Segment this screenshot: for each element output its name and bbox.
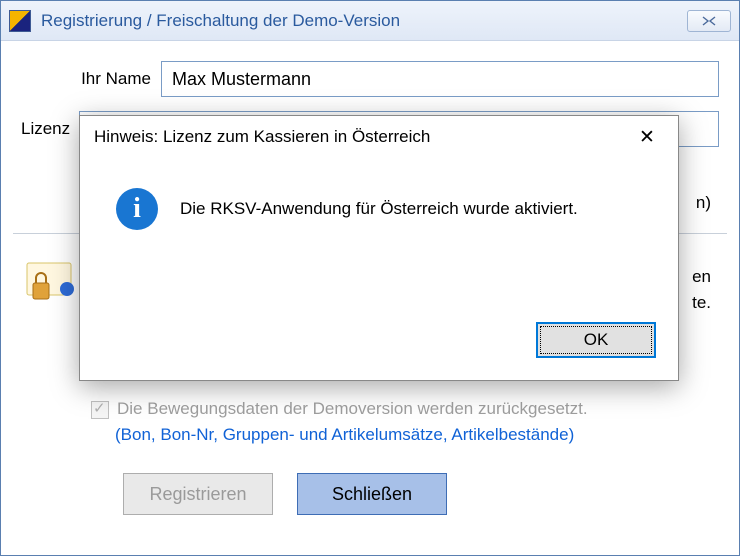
close-icon (699, 16, 719, 26)
info-dialog: Hinweis: Lizenz zum Kassieren in Österre… (79, 115, 679, 381)
obscured-button-fragment: n) (696, 193, 711, 213)
name-input[interactable] (161, 61, 719, 97)
obscured-text-fragment-2: te. (692, 293, 711, 313)
app-icon (9, 10, 31, 32)
reset-checkbox-label: Die Bewegungsdaten der Demoversion werde… (117, 399, 588, 419)
window-close-button[interactable] (687, 10, 731, 32)
name-label: Ihr Name (21, 69, 161, 89)
reset-checkbox[interactable] (91, 401, 109, 419)
dialog-body: i Die RKSV-Anwendung für Österreich wurd… (80, 158, 678, 240)
ok-button[interactable]: OK (536, 322, 656, 358)
dialog-footer: OK (536, 322, 656, 358)
window-title: Registrierung / Freischaltung der Demo-V… (41, 11, 687, 31)
dialog-titlebar: Hinweis: Lizenz zum Kassieren in Österre… (80, 116, 678, 158)
reset-checkbox-row: Die Bewegungsdaten der Demoversion werde… (91, 399, 588, 419)
dialog-title: Hinweis: Lizenz zum Kassieren in Österre… (94, 127, 630, 147)
register-button: Registrieren (123, 473, 273, 515)
button-bar: Registrieren Schließen (1, 473, 739, 515)
info-icon: i (116, 188, 158, 230)
reset-sublabel: (Bon, Bon-Nr, Gruppen- und Artikelumsätz… (115, 425, 574, 445)
close-button[interactable]: Schließen (297, 473, 447, 515)
lizenz-label: Lizenz (21, 119, 79, 139)
obscured-text-fragment-1: en (692, 267, 711, 287)
dialog-close-button[interactable]: ✕ (630, 123, 664, 151)
certificate-lock-icon (21, 259, 81, 309)
registration-window: Registrierung / Freischaltung der Demo-V… (0, 0, 740, 556)
titlebar: Registrierung / Freischaltung der Demo-V… (1, 1, 739, 41)
dialog-message: Die RKSV-Anwendung für Österreich wurde … (180, 199, 578, 219)
name-row: Ihr Name (21, 61, 719, 97)
